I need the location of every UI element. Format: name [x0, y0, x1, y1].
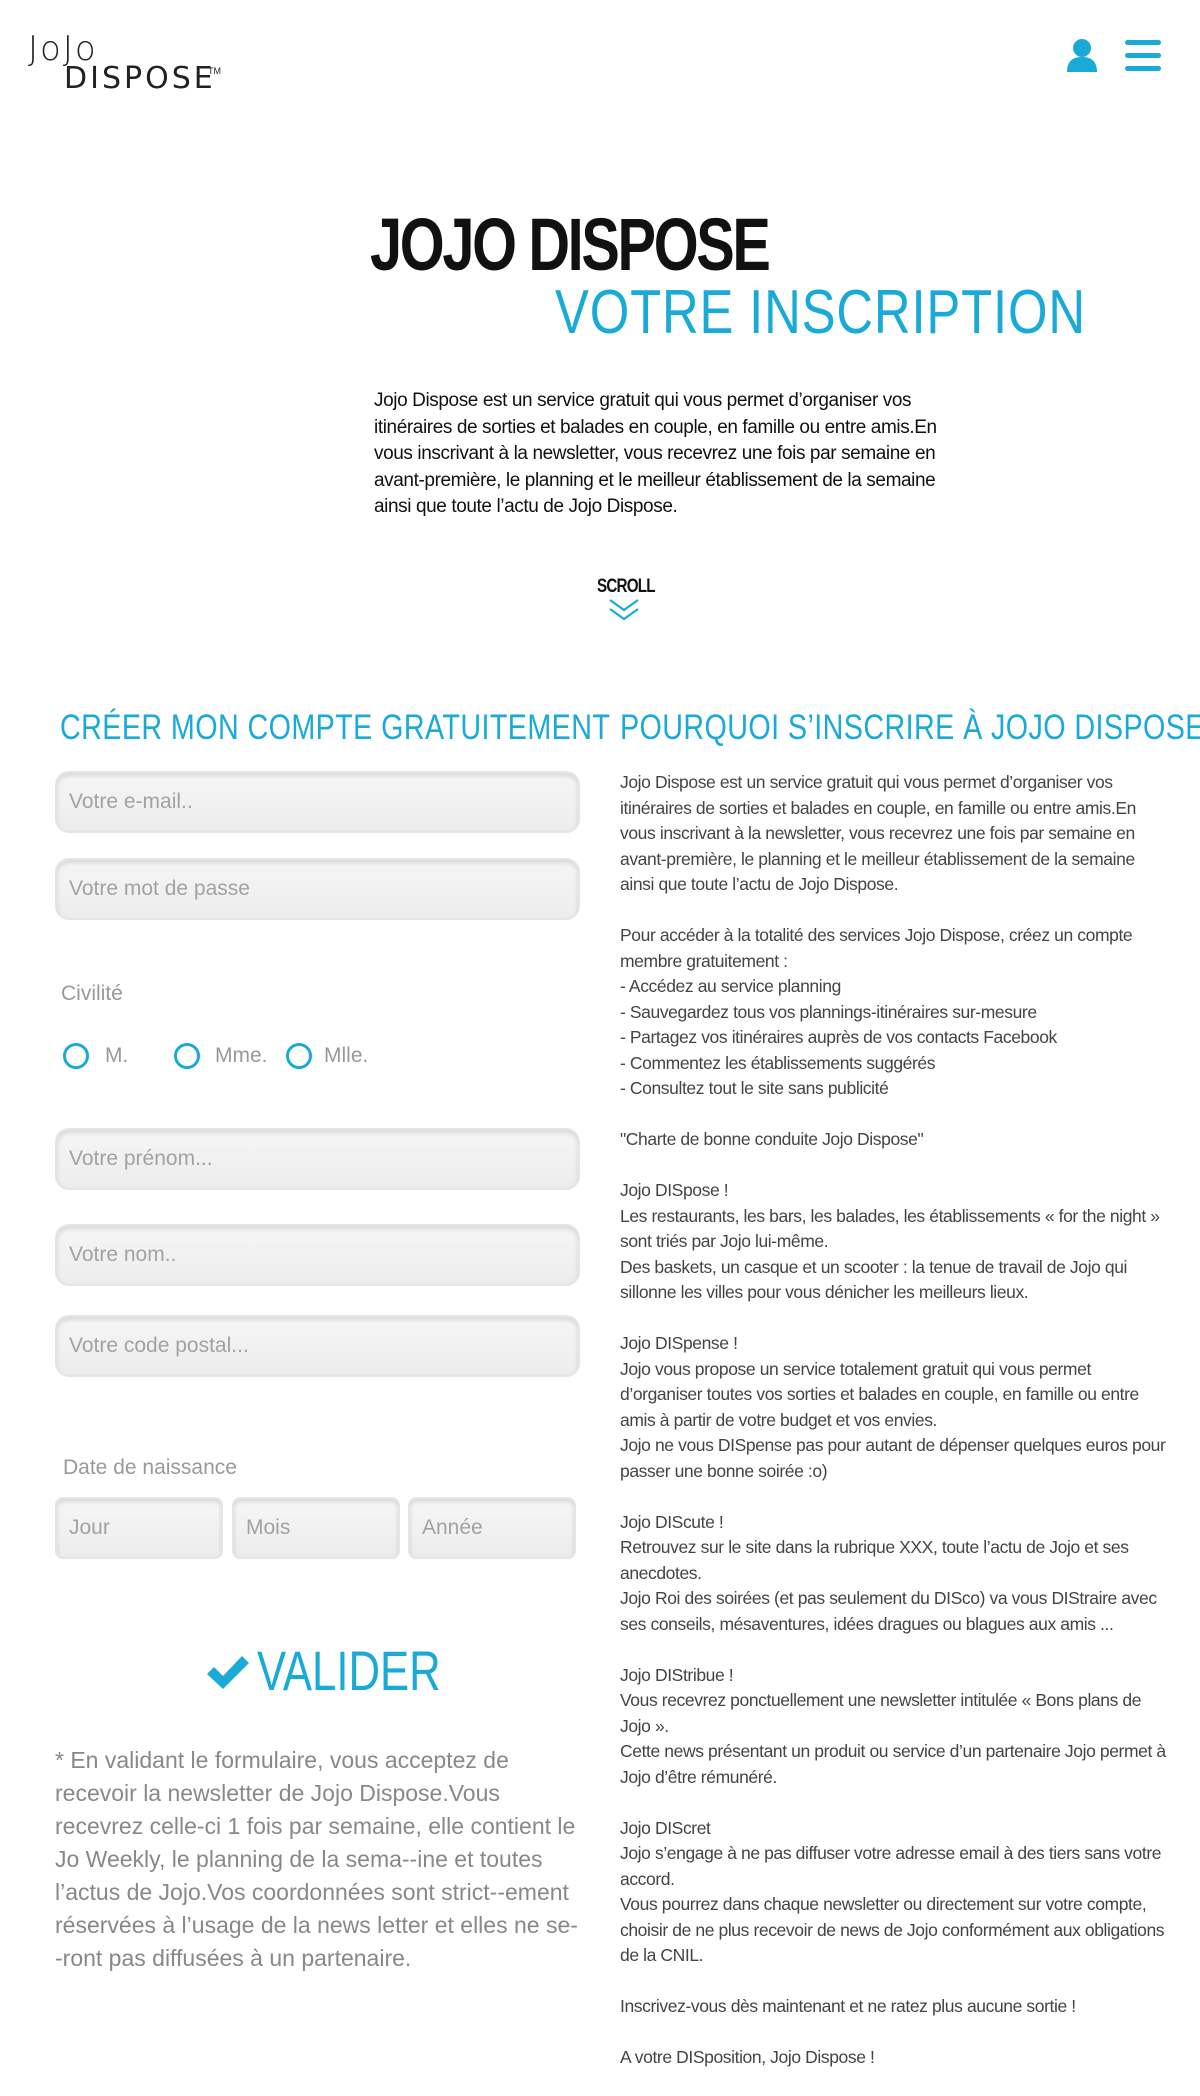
why-paragraph: Inscrivez-vous dès maintenant et ne rate… [620, 1996, 1076, 2016]
postal-code-field[interactable] [55, 1315, 580, 1377]
lastname-field[interactable] [55, 1224, 580, 1286]
email-field[interactable] [55, 771, 580, 833]
birth-day-field[interactable] [55, 1497, 223, 1559]
intro-text: Jojo Dispose est un service gratuit qui … [374, 390, 937, 517]
site-logo[interactable]: JoJo DISPOSE TM [28, 32, 221, 96]
submit-button-label: VALIDER [257, 1639, 441, 1702]
logo-trademark: TM [208, 66, 221, 76]
why-paragraph: Jojo DIStribue ! Vous recevrez ponctuell… [620, 1664, 1166, 1787]
why-paragraph: Jojo DISpense ! Jojo vous propose un ser… [620, 1333, 1166, 1481]
password-field[interactable] [55, 858, 580, 920]
why-paragraph: Pour accéder à la totalité des services … [620, 925, 1133, 1098]
why-paragraph: Jojo DIScute ! Retrouvez sur le site dan… [620, 1511, 1157, 1634]
radio-miss[interactable] [286, 1043, 312, 1069]
why-signup-body: Jojo Dispose est un service gratuit qui … [620, 770, 1170, 2096]
logo-dispose-text: DISPOSE [64, 61, 216, 96]
radio-miss-label: Mlle. [324, 1044, 369, 1067]
why-paragraph: Jojo DISpose ! Les restaurants, les bars… [620, 1180, 1160, 1302]
why-paragraph: "Charte de bonne conduite Jojo Dispose" [620, 1129, 924, 1149]
page-title: JOJO DISPOSE [370, 203, 771, 286]
page-subtitle: VOTRE INSCRIPTION [555, 278, 1086, 347]
birth-year-field[interactable] [408, 1497, 576, 1559]
user-icon[interactable] [1066, 38, 1098, 74]
why-paragraph: A votre DISposition, Jojo Dispose ! [620, 2047, 875, 2067]
civility-label: Civilité [61, 982, 123, 1005]
chevron-down-icon[interactable] [607, 596, 641, 624]
why-paragraph: Jojo DIScret Jojo s’engage à ne pas diff… [620, 1817, 1165, 1966]
radio-mrs-label: Mme. [215, 1044, 268, 1067]
birthdate-label: Date de naissance [63, 1456, 237, 1479]
radio-mr-label: M. [105, 1044, 129, 1067]
disclaimer-text: * En validant le formulaire, vous accept… [55, 1747, 578, 1971]
submit-button[interactable]: VALIDER [205, 1640, 441, 1702]
why-paragraph: Jojo Dispose est un service gratuit qui … [620, 772, 1136, 894]
hamburger-menu-icon[interactable] [1125, 40, 1161, 72]
signup-form-title: CRÉER MON COMPTE GRATUITEMENT [60, 708, 611, 747]
firstname-field[interactable] [55, 1128, 580, 1190]
scroll-label[interactable]: SCROLL [597, 576, 655, 598]
radio-mrs[interactable] [174, 1043, 200, 1069]
why-signup-title: POURQUOI S’INSCRIRE À JOJO DISPOSE [620, 708, 1200, 747]
birth-month-field[interactable] [232, 1497, 400, 1559]
checkmark-icon [205, 1652, 251, 1692]
radio-mr[interactable] [63, 1043, 89, 1069]
